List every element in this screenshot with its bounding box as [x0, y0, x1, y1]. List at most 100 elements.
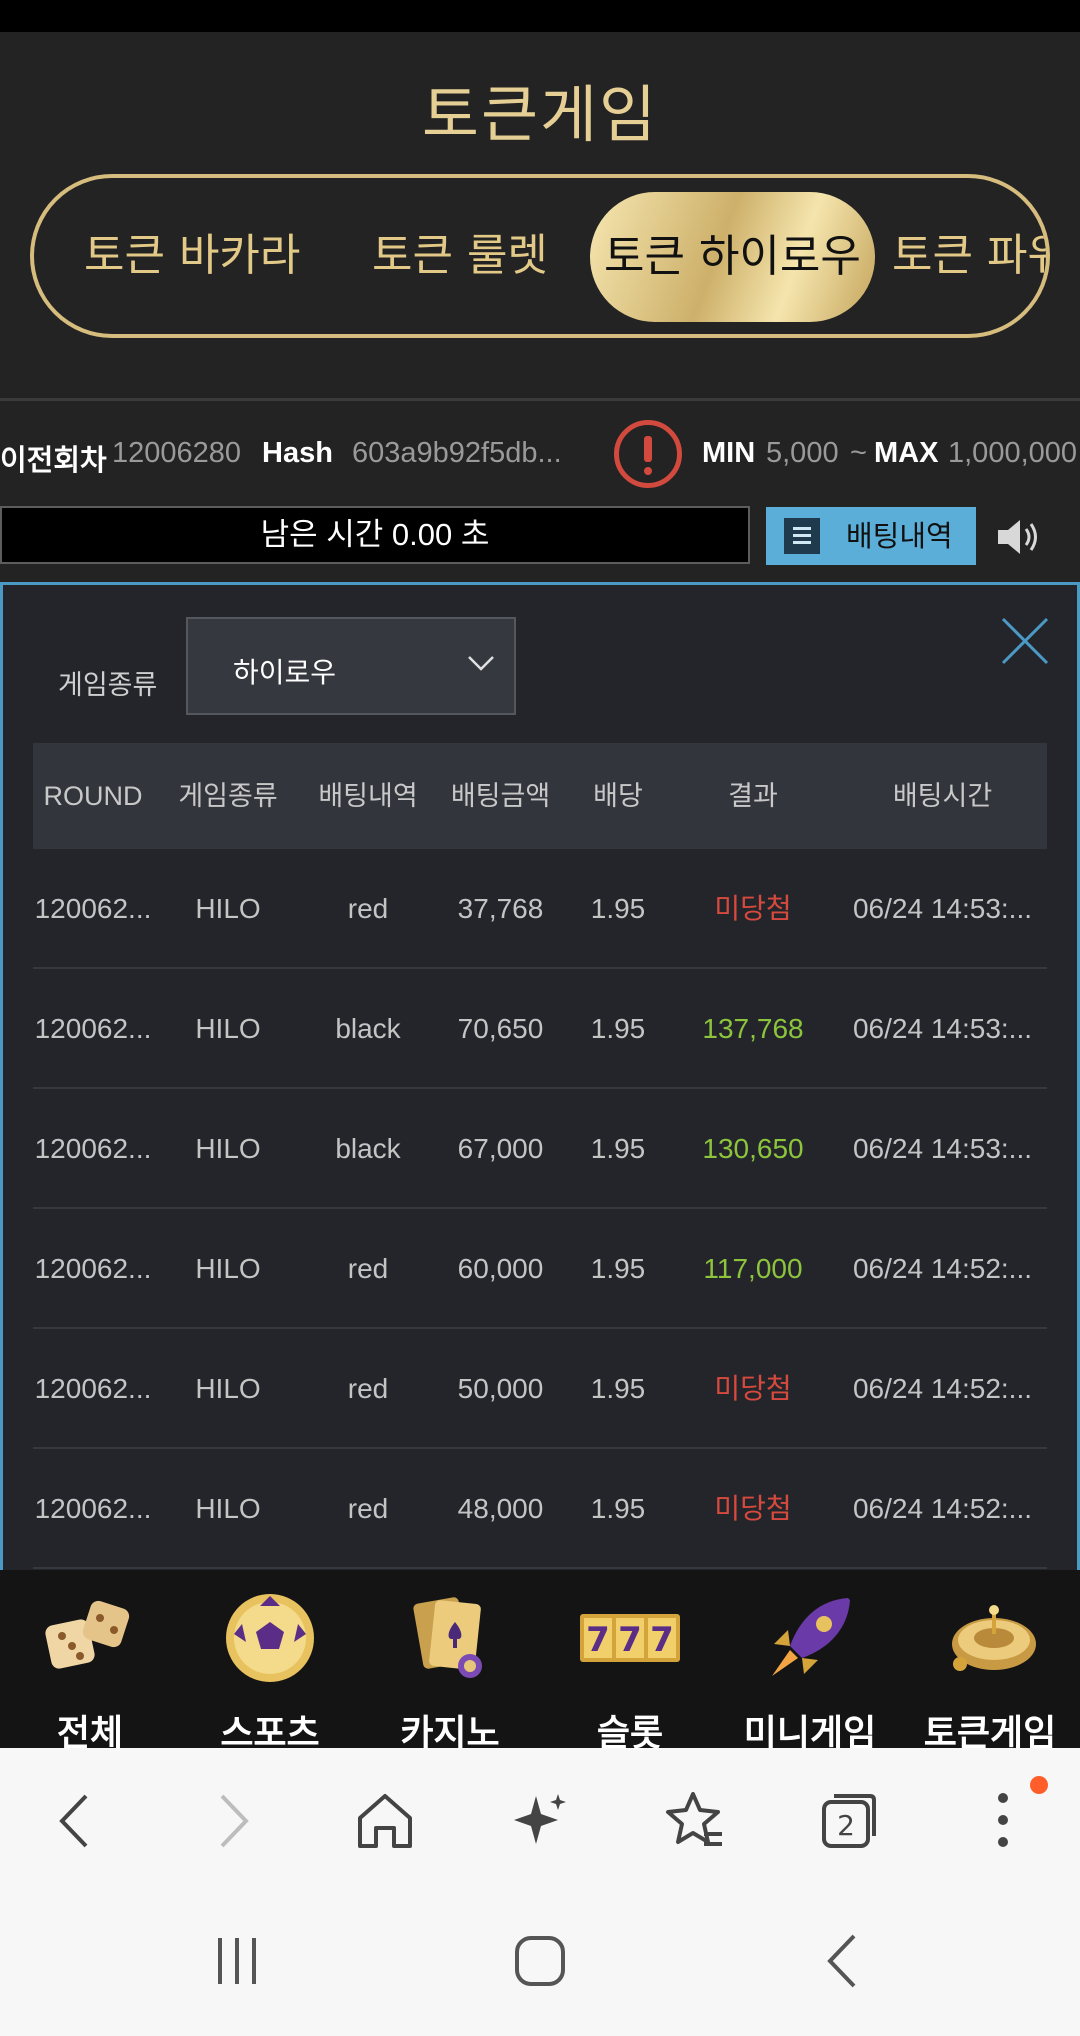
back-button-icon[interactable]: [808, 1926, 878, 1996]
cell-round: 120062...: [34, 1373, 152, 1404]
rocket-icon: [772, 1598, 850, 1676]
tab-token-hilo[interactable]: 토큰 하이로우: [590, 192, 875, 322]
min-value: 5,000: [766, 437, 839, 469]
svg-text:7: 7: [618, 1620, 642, 1660]
cell-game-type: HILO: [195, 1133, 261, 1164]
more-icon[interactable]: [968, 1786, 1038, 1856]
betting-history-button[interactable]: 배팅내역: [766, 507, 976, 565]
table-row[interactable]: 120062... HILO red 37,768 1.95 미당첨 06/24 14:53…: [33, 849, 1047, 969]
cell-amount: 50,000: [457, 1373, 544, 1404]
col-round: ROUND: [43, 781, 143, 811]
tab-token-power[interactable]: 토큰 파워: [892, 178, 1046, 334]
cell-bet: red: [347, 893, 389, 924]
status-bar: [0, 0, 1080, 32]
dice-icon: [45, 1600, 130, 1669]
cell-bet: red: [347, 1493, 389, 1524]
game-type-selected: 하이로우: [233, 656, 337, 689]
game-type-label: 게임종류: [58, 670, 158, 700]
table-row[interactable]: 120062... HILO black 70,650 1.95 137,768 06/24…: [33, 969, 1047, 1089]
cell-amount: 37,768: [457, 893, 544, 924]
cell-bet: red: [347, 1373, 389, 1404]
page-title: 토큰게임: [421, 78, 659, 151]
min-label: MIN: [702, 437, 756, 469]
game-type-select[interactable]: 하이로우: [186, 617, 516, 715]
tabs-icon[interactable]: 2: [812, 1786, 882, 1856]
cell-amount: 60,000: [457, 1253, 544, 1284]
cell-result: 137,768: [702, 1013, 804, 1044]
cell-amount: 48,000: [457, 1493, 544, 1524]
forward-icon[interactable]: [198, 1786, 268, 1856]
game-tabs: 토큰 바카라 토큰 룰렛 토큰 하이로우 토큰 파워: [30, 174, 1050, 338]
col-odds: 배당: [593, 781, 643, 811]
table-row[interactable]: 120062... HILO red 50,000 1.95 미당첨 06/24 14:52…: [33, 1329, 1047, 1449]
playing-cards-icon: [413, 1597, 482, 1678]
alert-icon[interactable]: [614, 420, 682, 488]
app-screen: 토큰게임 토큰 바카라 토큰 룰렛 토큰 하이로우 토큰 파워 이전회차 120…: [0, 32, 1080, 1780]
cell-amount: 70,650: [457, 1013, 544, 1044]
close-icon[interactable]: [999, 615, 1051, 667]
table-row[interactable]: 120062... HILO red 60,000 1.95 117,000 06/24 1…: [33, 1209, 1047, 1329]
svg-text:7: 7: [650, 1620, 674, 1660]
table-header: ROUND 게임종류 배팅내역 배팅금액 배당 결과 배팅시간: [33, 743, 1047, 849]
browser-toolbar: 2: [0, 1748, 1080, 1888]
tab-token-baccarat[interactable]: 토큰 바카라: [84, 178, 300, 334]
cell-time: 06/24 14:52:...: [852, 1373, 1033, 1404]
system-nav-bar: [0, 1888, 1080, 2036]
cell-result: 미당첨: [714, 893, 792, 924]
cell-round: 120062...: [34, 893, 152, 924]
back-icon[interactable]: [40, 1786, 110, 1856]
home-button-icon[interactable]: [505, 1926, 575, 1996]
cell-game-type: HILO: [195, 1013, 261, 1044]
cell-odds: 1.95: [590, 1253, 646, 1284]
cell-time: 06/24 14:52:...: [852, 1493, 1033, 1524]
cell-result: 미당첨: [714, 1493, 792, 1524]
roulette-wheel-icon: [952, 1605, 1036, 1671]
cell-time: 06/24 14:53:...: [852, 1013, 1033, 1044]
cell-round: 120062...: [34, 1493, 152, 1524]
cell-amount: 67,000: [457, 1133, 544, 1164]
notification-dot: [1030, 1776, 1048, 1794]
cell-time: 06/24 14:53:...: [852, 893, 1033, 924]
bookmarks-icon[interactable]: [658, 1786, 728, 1856]
cell-round: 120062...: [34, 1133, 152, 1164]
cell-bet: black: [335, 1133, 401, 1164]
cell-round: 120062...: [34, 1253, 152, 1284]
remaining-time: 남은 시간 0.00 초: [0, 506, 750, 564]
max-label: MAX: [874, 437, 939, 469]
soccer-ball-icon: [226, 1594, 314, 1682]
home-icon[interactable]: [350, 1786, 420, 1856]
divider: [0, 398, 1080, 401]
col-time: 배팅시간: [892, 781, 993, 811]
tabs-count: 2: [837, 1809, 855, 1842]
betting-history-label: 배팅내역: [846, 519, 953, 553]
table-row[interactable]: 120062... HILO black 67,000 1.95 130,650 06/24…: [33, 1089, 1047, 1209]
tab-token-roulette[interactable]: 토큰 룰렛: [372, 178, 548, 334]
cell-game-type: HILO: [195, 1253, 261, 1284]
cell-odds: 1.95: [590, 893, 646, 924]
prev-round-value: 12006280: [112, 437, 242, 469]
cell-odds: 1.95: [590, 1133, 646, 1164]
slot-777-icon: 7 7 7: [580, 1614, 680, 1662]
col-result: 결과: [728, 781, 778, 811]
table-row[interactable]: 120062... HILO red 48,000 1.95 미당첨 06/24 14:52…: [33, 1449, 1047, 1569]
speaker-icon[interactable]: [996, 516, 1046, 558]
hash-value: 603a9b92f5db...: [352, 437, 562, 469]
cell-odds: 1.95: [590, 1013, 646, 1044]
sparkle-icon[interactable]: [504, 1786, 574, 1856]
round-info-row: 이전회차 12006280 Hash 603a9b92f5db... MIN 5…: [0, 427, 1080, 483]
col-amount: 배팅금액: [450, 781, 551, 811]
chevron-down-icon: [468, 656, 494, 671]
cell-result: 미당첨: [714, 1373, 792, 1404]
cell-round: 120062...: [34, 1013, 152, 1044]
list-icon: [784, 518, 820, 554]
hash-label: Hash: [262, 437, 333, 469]
col-bet: 배팅내역: [318, 781, 418, 811]
cell-result: 117,000: [703, 1253, 803, 1284]
cell-bet: red: [347, 1253, 389, 1284]
recent-apps-icon[interactable]: [202, 1926, 272, 1996]
betting-history-panel: 게임종류 하이로우 ROUND 게임종류 배팅내역 배팅금액 배당 결과 배팅시…: [0, 582, 1080, 1570]
cell-odds: 1.95: [590, 1493, 646, 1524]
cell-time: 06/24 14:53:...: [852, 1133, 1033, 1164]
cell-game-type: HILO: [195, 1373, 261, 1404]
cell-game-type: HILO: [195, 1493, 261, 1524]
